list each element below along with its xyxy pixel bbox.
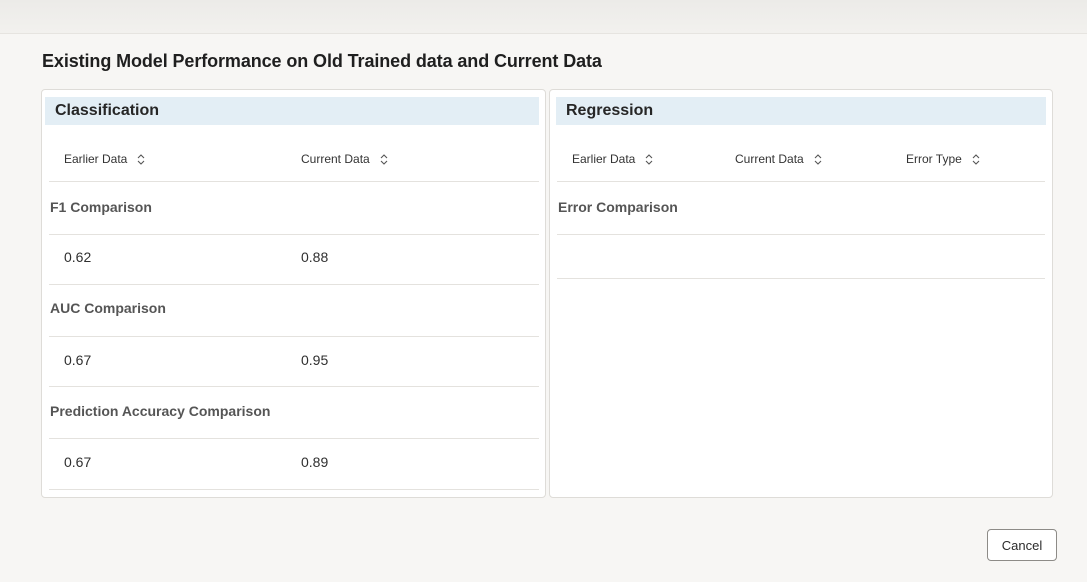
column-header-label: Earlier Data [572,152,636,166]
column-header-label: Earlier Data [64,152,128,166]
cell-current-auc: 0.95 [301,352,329,368]
divider [557,181,1045,182]
group-label-f1: F1 Comparison [50,199,152,215]
divider [49,489,539,490]
cell-earlier-prediction-accuracy: 0.67 [64,454,92,470]
divider [49,234,539,235]
sort-icon [645,153,653,165]
cell-current-f1: 0.88 [301,249,329,265]
cell-earlier-auc: 0.67 [64,352,92,368]
divider [49,336,539,337]
divider [557,234,1045,235]
column-header-current-data[interactable]: Current Data [735,152,822,166]
column-header-label: Current Data [735,152,804,166]
divider [49,438,539,439]
column-header-current-data[interactable]: Current Data [301,152,388,166]
regression-header: Regression [556,97,1046,125]
dialog-title: Existing Model Performance on Old Traine… [42,51,602,71]
classification-header: Classification [45,97,539,125]
group-label-auc: AUC Comparison [50,300,166,316]
column-header-earlier-data[interactable]: Earlier Data [572,152,653,166]
divider [557,278,1045,279]
group-label-error-comparison: Error Comparison [558,199,678,215]
group-label-prediction-accuracy: Prediction Accuracy Comparison [50,403,271,419]
divider [49,386,539,387]
sort-icon [137,153,145,165]
divider [49,284,539,285]
divider [49,181,539,182]
sort-icon [380,153,388,165]
regression-panel: Regression Earlier Data Current Data Err… [549,89,1053,498]
sort-icon [972,153,980,165]
cell-earlier-f1: 0.62 [64,249,92,265]
column-header-label: Current Data [301,152,370,166]
cancel-button[interactable]: Cancel [987,529,1057,561]
classification-panel: Classification Earlier Data Current Data… [41,89,546,498]
column-header-earlier-data[interactable]: Earlier Data [64,152,145,166]
cell-current-prediction-accuracy: 0.89 [301,454,329,470]
top-band [0,0,1087,34]
column-header-label: Error Type [906,152,962,166]
column-header-error-type[interactable]: Error Type [906,152,980,166]
sort-icon [814,153,822,165]
